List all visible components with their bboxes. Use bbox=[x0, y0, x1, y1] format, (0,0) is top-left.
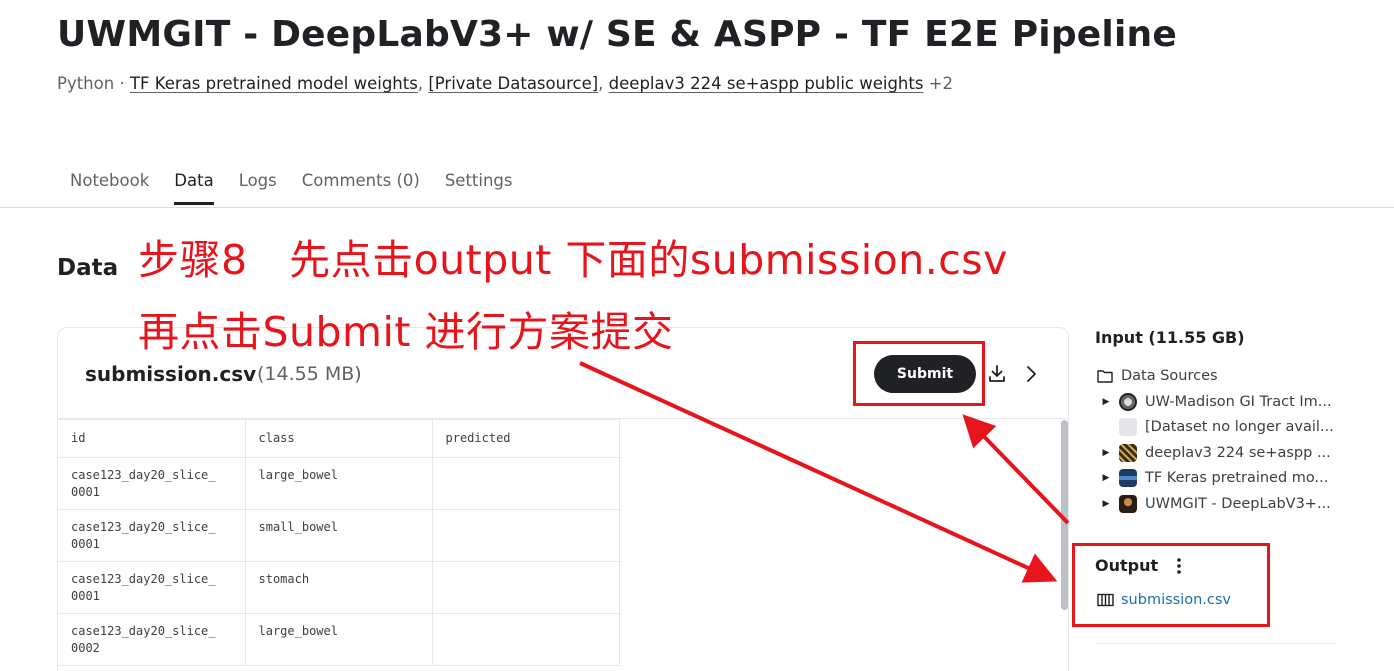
table-row: case123_day20_slice_ 0001 small_bowel bbox=[58, 509, 620, 562]
table-cell: case123_day20_slice_ 0001 bbox=[58, 457, 246, 510]
caret-right-icon[interactable]: ▶ bbox=[1101, 473, 1111, 483]
source-item-label: [Dataset no longer avail... bbox=[1145, 419, 1334, 435]
table-cell: case123_day20_slice_ 0001 bbox=[58, 509, 246, 562]
source-item-label: TF Keras pretrained mo... bbox=[1145, 470, 1329, 486]
source-item-uwmgit[interactable]: ▶ UWMGIT - DeepLabV3+... bbox=[1097, 494, 1331, 514]
source-item-label: UW-Madison GI Tract Im... bbox=[1145, 394, 1332, 410]
notebook-subtitle: Python · TF Keras pretrained model weigh… bbox=[57, 74, 954, 93]
table-cell: case123_day20_slice_ 0001 bbox=[58, 561, 246, 614]
table-row: case123_day20_slice_ 0002 large_bowel bbox=[58, 613, 620, 666]
column-header-id[interactable]: id bbox=[58, 419, 246, 458]
notebook-icon bbox=[1119, 495, 1137, 513]
table-header-row: id class predicted bbox=[58, 419, 620, 458]
annotation-box-submit bbox=[853, 341, 985, 406]
caret-right-icon[interactable]: ▶ bbox=[1101, 448, 1111, 458]
input-title: Input (11.55 GB) bbox=[1095, 328, 1245, 347]
dataset-icon bbox=[1119, 444, 1137, 462]
page-title: UWMGIT - DeepLabV3+ w/ SE & ASPP - TF E2… bbox=[57, 14, 1177, 55]
source-link-deeplav3[interactable]: deeplav3 224 se+aspp public weights bbox=[609, 74, 924, 93]
table-row: case123_day20_slice_ 0001 stomach bbox=[58, 561, 620, 614]
section-title: Data bbox=[57, 255, 119, 281]
table-row: case123_day20_slice_ 0001 large_bowel bbox=[58, 457, 620, 510]
source-item-deeplav3[interactable]: ▶ deeplav3 224 se+aspp ... bbox=[1097, 443, 1331, 463]
data-preview-table: id class predicted case123_day20_slice_ … bbox=[58, 419, 620, 666]
table-cell: case123_day20_slice_ 0002 bbox=[58, 613, 246, 666]
caret-right-icon[interactable]: ▶ bbox=[1101, 397, 1111, 407]
separator: · bbox=[119, 74, 125, 93]
download-icon[interactable] bbox=[986, 363, 1008, 385]
file-size: (14.55 MB) bbox=[257, 363, 362, 385]
data-sources-label: Data Sources bbox=[1121, 368, 1218, 384]
sidebar-divider bbox=[1095, 643, 1336, 644]
more-sources-count[interactable]: +2 bbox=[929, 74, 953, 93]
table-cell: large_bowel bbox=[244, 457, 433, 510]
table-cell: large_bowel bbox=[244, 613, 433, 666]
language-label: Python bbox=[57, 74, 115, 93]
source-item-private[interactable]: [Dataset no longer avail... bbox=[1097, 417, 1334, 437]
table-cell bbox=[431, 561, 620, 614]
annotation-line-1: 步骤8 先点击output 下面的submission.csv bbox=[138, 236, 1008, 284]
source-item-label: deeplav3 224 se+aspp ... bbox=[1145, 445, 1331, 461]
source-item-uw-madison[interactable]: ▶ UW-Madison GI Tract Im... bbox=[1097, 392, 1332, 412]
table-cell bbox=[431, 457, 620, 510]
file-name: submission.csv bbox=[85, 362, 257, 386]
folder-icon bbox=[1097, 370, 1113, 383]
notebook-tabs: Notebook Data Logs Comments (0) Settings bbox=[70, 171, 538, 205]
competition-icon bbox=[1119, 393, 1137, 411]
dataset-icon bbox=[1119, 469, 1137, 487]
source-link-private[interactable]: [Private Datasource] bbox=[428, 74, 598, 93]
table-cell bbox=[431, 613, 620, 666]
table-cell bbox=[431, 509, 620, 562]
source-link-tf-keras[interactable]: TF Keras pretrained model weights bbox=[130, 74, 418, 93]
tab-data[interactable]: Data bbox=[174, 171, 214, 205]
tab-comments[interactable]: Comments (0) bbox=[302, 171, 420, 205]
column-header-class[interactable]: class bbox=[244, 419, 433, 458]
table-cell: small_bowel bbox=[244, 509, 433, 562]
source-item-label: UWMGIT - DeepLabV3+... bbox=[1145, 496, 1331, 512]
annotation-line-2: 再点击Submit 进行方案提交 bbox=[138, 308, 674, 356]
placeholder-icon bbox=[1119, 418, 1137, 436]
caret-right-icon[interactable]: ▶ bbox=[1101, 499, 1111, 509]
column-header-predicted[interactable]: predicted bbox=[431, 419, 620, 458]
tab-settings[interactable]: Settings bbox=[445, 171, 513, 205]
annotation-box-output bbox=[1072, 543, 1270, 627]
chevron-right-icon[interactable] bbox=[1020, 363, 1042, 385]
table-cell: stomach bbox=[244, 561, 433, 614]
tabs-divider bbox=[0, 207, 1394, 208]
tab-logs[interactable]: Logs bbox=[239, 171, 277, 205]
table-scrollbar[interactable] bbox=[1061, 420, 1068, 610]
data-sources-folder[interactable]: Data Sources bbox=[1097, 366, 1218, 386]
tab-notebook[interactable]: Notebook bbox=[70, 171, 149, 205]
source-item-tf-keras[interactable]: ▶ TF Keras pretrained mo... bbox=[1097, 468, 1328, 488]
